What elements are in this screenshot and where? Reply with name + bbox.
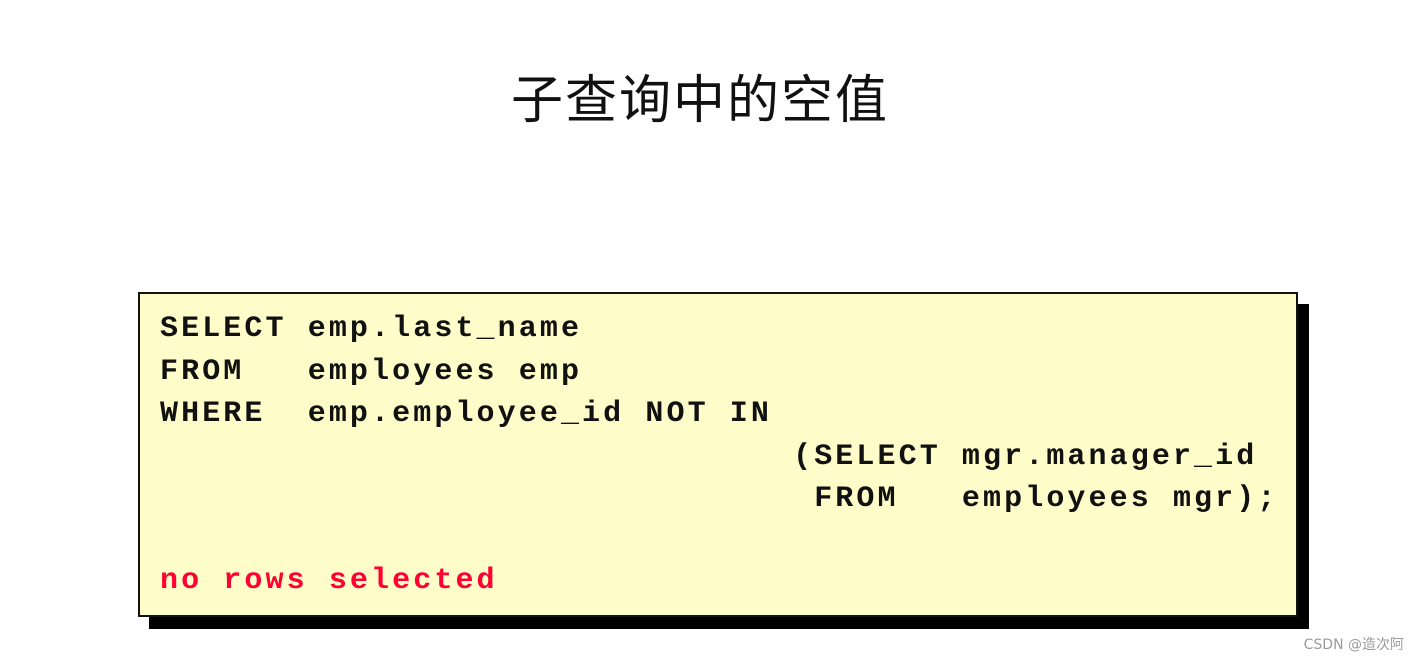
sql-code-block: SELECT emp.last_name FROM employees emp … [160,308,1278,521]
code-line: WHERE emp.employee_id NOT IN [160,397,772,431]
code-box: SELECT emp.last_name FROM employees emp … [138,292,1298,617]
code-line: FROM employees mgr); [160,482,1279,516]
slide-title: 子查询中的空值 [510,71,889,131]
code-line: SELECT emp.last_name [160,312,583,346]
query-result-text: no rows selected [160,564,498,598]
code-line: FROM employees emp [160,354,583,389]
code-line: (SELECT mgr.manager_id [160,439,1258,474]
watermark: CSDN @造次阿 [1303,637,1404,653]
